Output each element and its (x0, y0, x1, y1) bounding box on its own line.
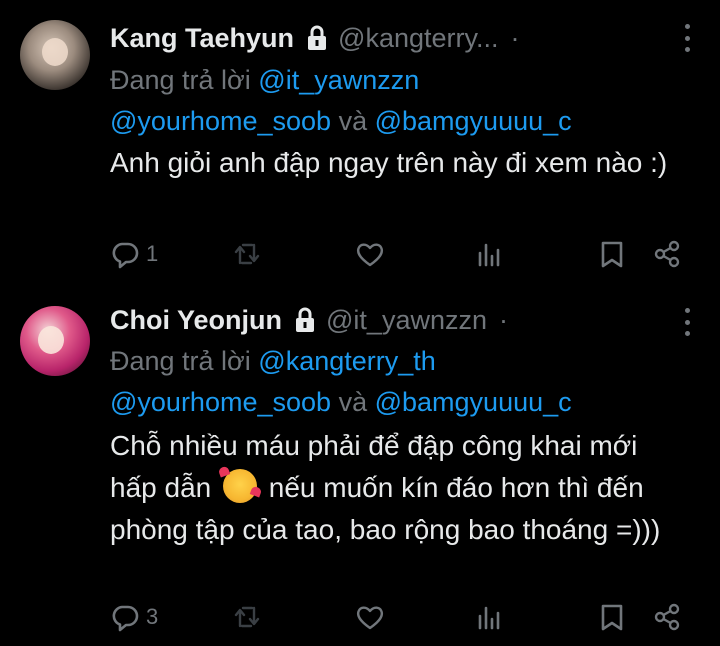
share-button[interactable] (652, 239, 682, 269)
bookmark-icon (601, 604, 623, 631)
replying-to: Đang trả lời @it_yawnzzn @yourhome_soob … (110, 60, 690, 142)
tweet-text: Chỗ nhiều máu phải để đập công khai mới … (110, 425, 690, 551)
reply-icon (112, 605, 139, 632)
retweet-icon (234, 606, 260, 628)
tweet[interactable]: Choi Yeonjun @it_yawnzzn · Đang trả lời … (0, 286, 720, 646)
user-handle[interactable]: @it_yawnzzn (326, 305, 487, 336)
retweet-button[interactable] (232, 602, 262, 632)
reply-button[interactable]: 3 (110, 602, 158, 632)
retweet-button[interactable] (232, 239, 262, 269)
lock-icon (296, 307, 315, 332)
share-button[interactable] (652, 602, 682, 632)
like-button[interactable] (355, 602, 385, 632)
avatar[interactable] (20, 20, 90, 90)
like-icon (356, 243, 384, 267)
share-icon (654, 240, 680, 268)
reply-count: 1 (146, 241, 159, 266)
display-name[interactable]: Choi Yeonjun (110, 305, 282, 336)
tweet-header: Kang Taehyun @kangterry... · (110, 18, 670, 58)
replying-to-label: Đang trả lời (110, 65, 251, 95)
tweet-header: Choi Yeonjun @it_yawnzzn · (110, 300, 670, 340)
separator-dot: · (510, 22, 520, 53)
reply-icon (112, 242, 139, 269)
replying-to-label: Đang trả lời (110, 346, 251, 376)
display-name[interactable]: Kang Taehyun (110, 23, 294, 54)
more-options-icon[interactable] (682, 24, 692, 52)
separator-dot: · (499, 304, 508, 335)
views-button[interactable] (474, 239, 504, 269)
reply-count: 3 (146, 604, 159, 629)
share-icon (654, 603, 680, 631)
replying-to: Đang trả lời @kangterry_th @yourhome_soo… (110, 341, 690, 423)
like-icon (356, 606, 384, 630)
action-bar: 3 (110, 597, 700, 637)
views-icon (478, 243, 500, 267)
mention-link[interactable]: @bamgyuuuu_c (375, 106, 572, 136)
mention-link[interactable]: @yourhome_soob (110, 106, 331, 136)
tweet[interactable]: Kang Taehyun @kangterry... · Đang trả lờ… (0, 0, 720, 286)
more-options-icon[interactable] (682, 308, 692, 336)
reply-button[interactable]: 1 (110, 239, 158, 269)
like-button[interactable] (355, 239, 385, 269)
mention-link[interactable]: @it_yawnzzn (258, 65, 419, 95)
bookmark-button[interactable] (597, 602, 627, 632)
retweet-icon (234, 243, 260, 265)
replying-to-conjunction: và (338, 387, 368, 417)
tweet-text: Anh giỏi anh đập ngay trên này đi xem nà… (110, 147, 668, 178)
replying-to-conjunction: và (338, 106, 368, 136)
user-handle[interactable]: @kangterry... (338, 23, 498, 54)
mention-link[interactable]: @bamgyuuuu_c (375, 387, 572, 417)
bookmark-button[interactable] (597, 239, 627, 269)
views-button[interactable] (474, 602, 504, 632)
avatar[interactable] (20, 306, 90, 376)
mention-link[interactable]: @yourhome_soob (110, 387, 331, 417)
mention-link[interactable]: @kangterry_th (258, 346, 436, 376)
action-bar: 1 (110, 234, 700, 274)
lock-icon (308, 25, 327, 50)
bookmark-icon (601, 241, 623, 268)
smiling-hearts-emoji-icon (223, 469, 257, 503)
views-icon (478, 606, 500, 630)
